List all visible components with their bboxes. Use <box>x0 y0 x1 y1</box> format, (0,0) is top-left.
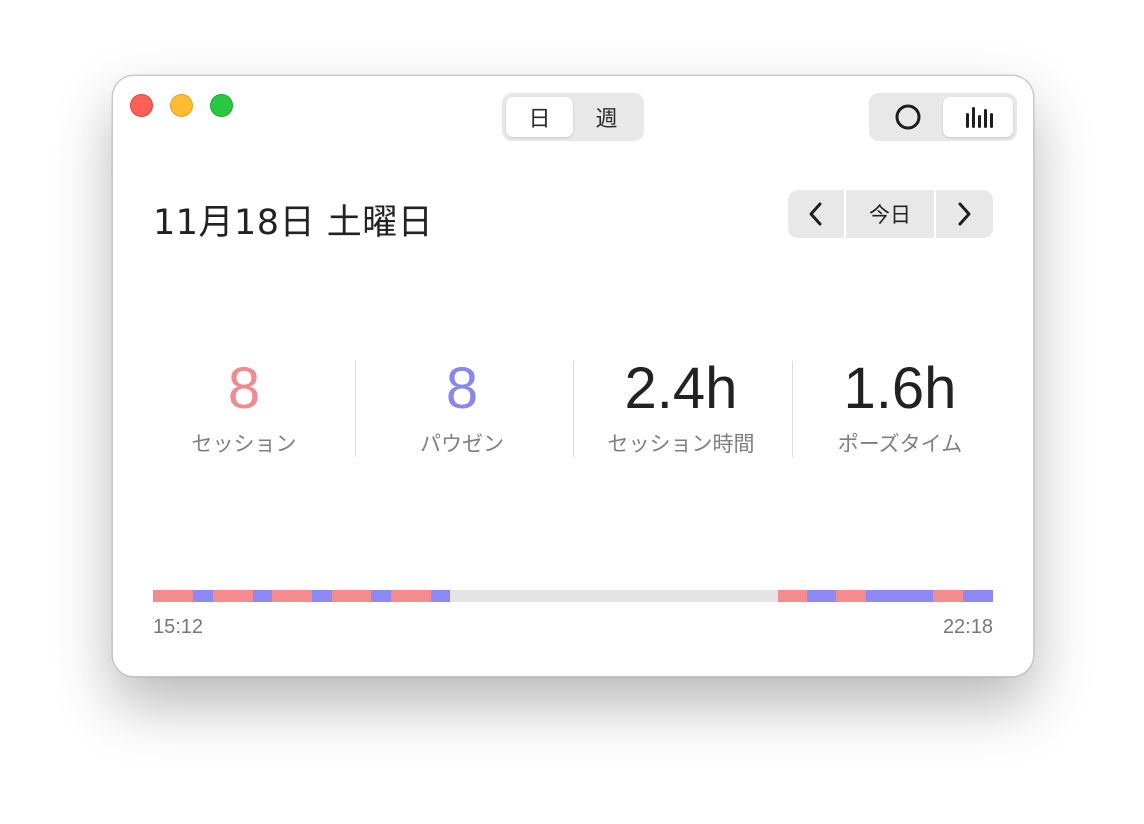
date-navigation: 今日 <box>788 190 993 238</box>
period-option-week[interactable]: 週 <box>573 97 640 137</box>
stat-divider <box>573 361 574 457</box>
timeline-start-time: 15:12 <box>153 616 204 638</box>
timeline-pause-block <box>806 590 836 602</box>
chevron-right-icon <box>958 202 971 226</box>
stat-value: 1.6h <box>843 356 957 421</box>
chevron-left-icon <box>809 202 822 226</box>
today-button[interactable]: 今日 <box>846 190 936 238</box>
stat-value: 8 <box>445 356 479 421</box>
timeline-session-block <box>212 590 253 602</box>
stat-sessions: 8 セッション <box>153 356 335 458</box>
circle-icon <box>895 104 921 130</box>
timeline-pause-block <box>431 590 451 602</box>
minimize-window-button[interactable] <box>170 94 193 117</box>
timeline-session-block <box>153 590 194 602</box>
app-window: 日 週 11月18日 土曜日 今日 8 セッション 8 パウゼン 2.4h セッ… <box>112 75 1034 677</box>
zoom-window-button[interactable] <box>210 94 233 117</box>
stat-label: パウゼン <box>420 432 504 456</box>
stats-row: 8 セッション 8 パウゼン 2.4h セッション時間 1.6h ポーズタイム <box>153 356 993 458</box>
stat-value: 2.4h <box>624 356 738 421</box>
timeline-session-block <box>777 590 807 602</box>
view-toggle <box>869 93 1017 141</box>
timeline-end-time: 22:18 <box>942 616 993 638</box>
timeline-session-block <box>272 590 312 602</box>
date-title: 11月18日 土曜日 <box>153 203 434 243</box>
bar-chart-icon <box>966 107 993 128</box>
next-day-button[interactable] <box>936 190 993 238</box>
stat-label: ポーズタイム <box>837 432 963 456</box>
stat-pause-time: 1.6h ポーズタイム <box>809 356 991 458</box>
session-timeline <box>153 590 993 602</box>
stat-divider <box>792 361 793 457</box>
period-toggle: 日 週 <box>502 93 644 141</box>
stat-label: セッション <box>191 432 297 456</box>
stat-divider <box>355 361 356 457</box>
timeline-pause-block <box>962 590 993 602</box>
period-option-day[interactable]: 日 <box>506 97 573 137</box>
stat-session-time: 2.4h セッション時間 <box>590 356 772 458</box>
timeline-session-block <box>331 590 372 602</box>
previous-day-button[interactable] <box>788 190 847 238</box>
close-window-button[interactable] <box>130 94 153 117</box>
stat-label: セッション時間 <box>607 432 755 456</box>
timeline-pause-block <box>252 590 273 602</box>
bar-view-button[interactable] <box>943 97 1013 137</box>
timeline-pause-block <box>193 590 213 602</box>
timeline-pause-block <box>311 590 332 602</box>
ring-view-button[interactable] <box>873 97 943 137</box>
timeline-session-block <box>835 590 867 602</box>
timeline-pause-block <box>866 590 934 602</box>
timeline-session-block <box>390 590 432 602</box>
timeline-session-block <box>933 590 963 602</box>
stat-pauses: 8 パウゼン <box>371 356 553 458</box>
timeline-pause-block <box>371 590 391 602</box>
stat-value: 8 <box>227 356 261 421</box>
